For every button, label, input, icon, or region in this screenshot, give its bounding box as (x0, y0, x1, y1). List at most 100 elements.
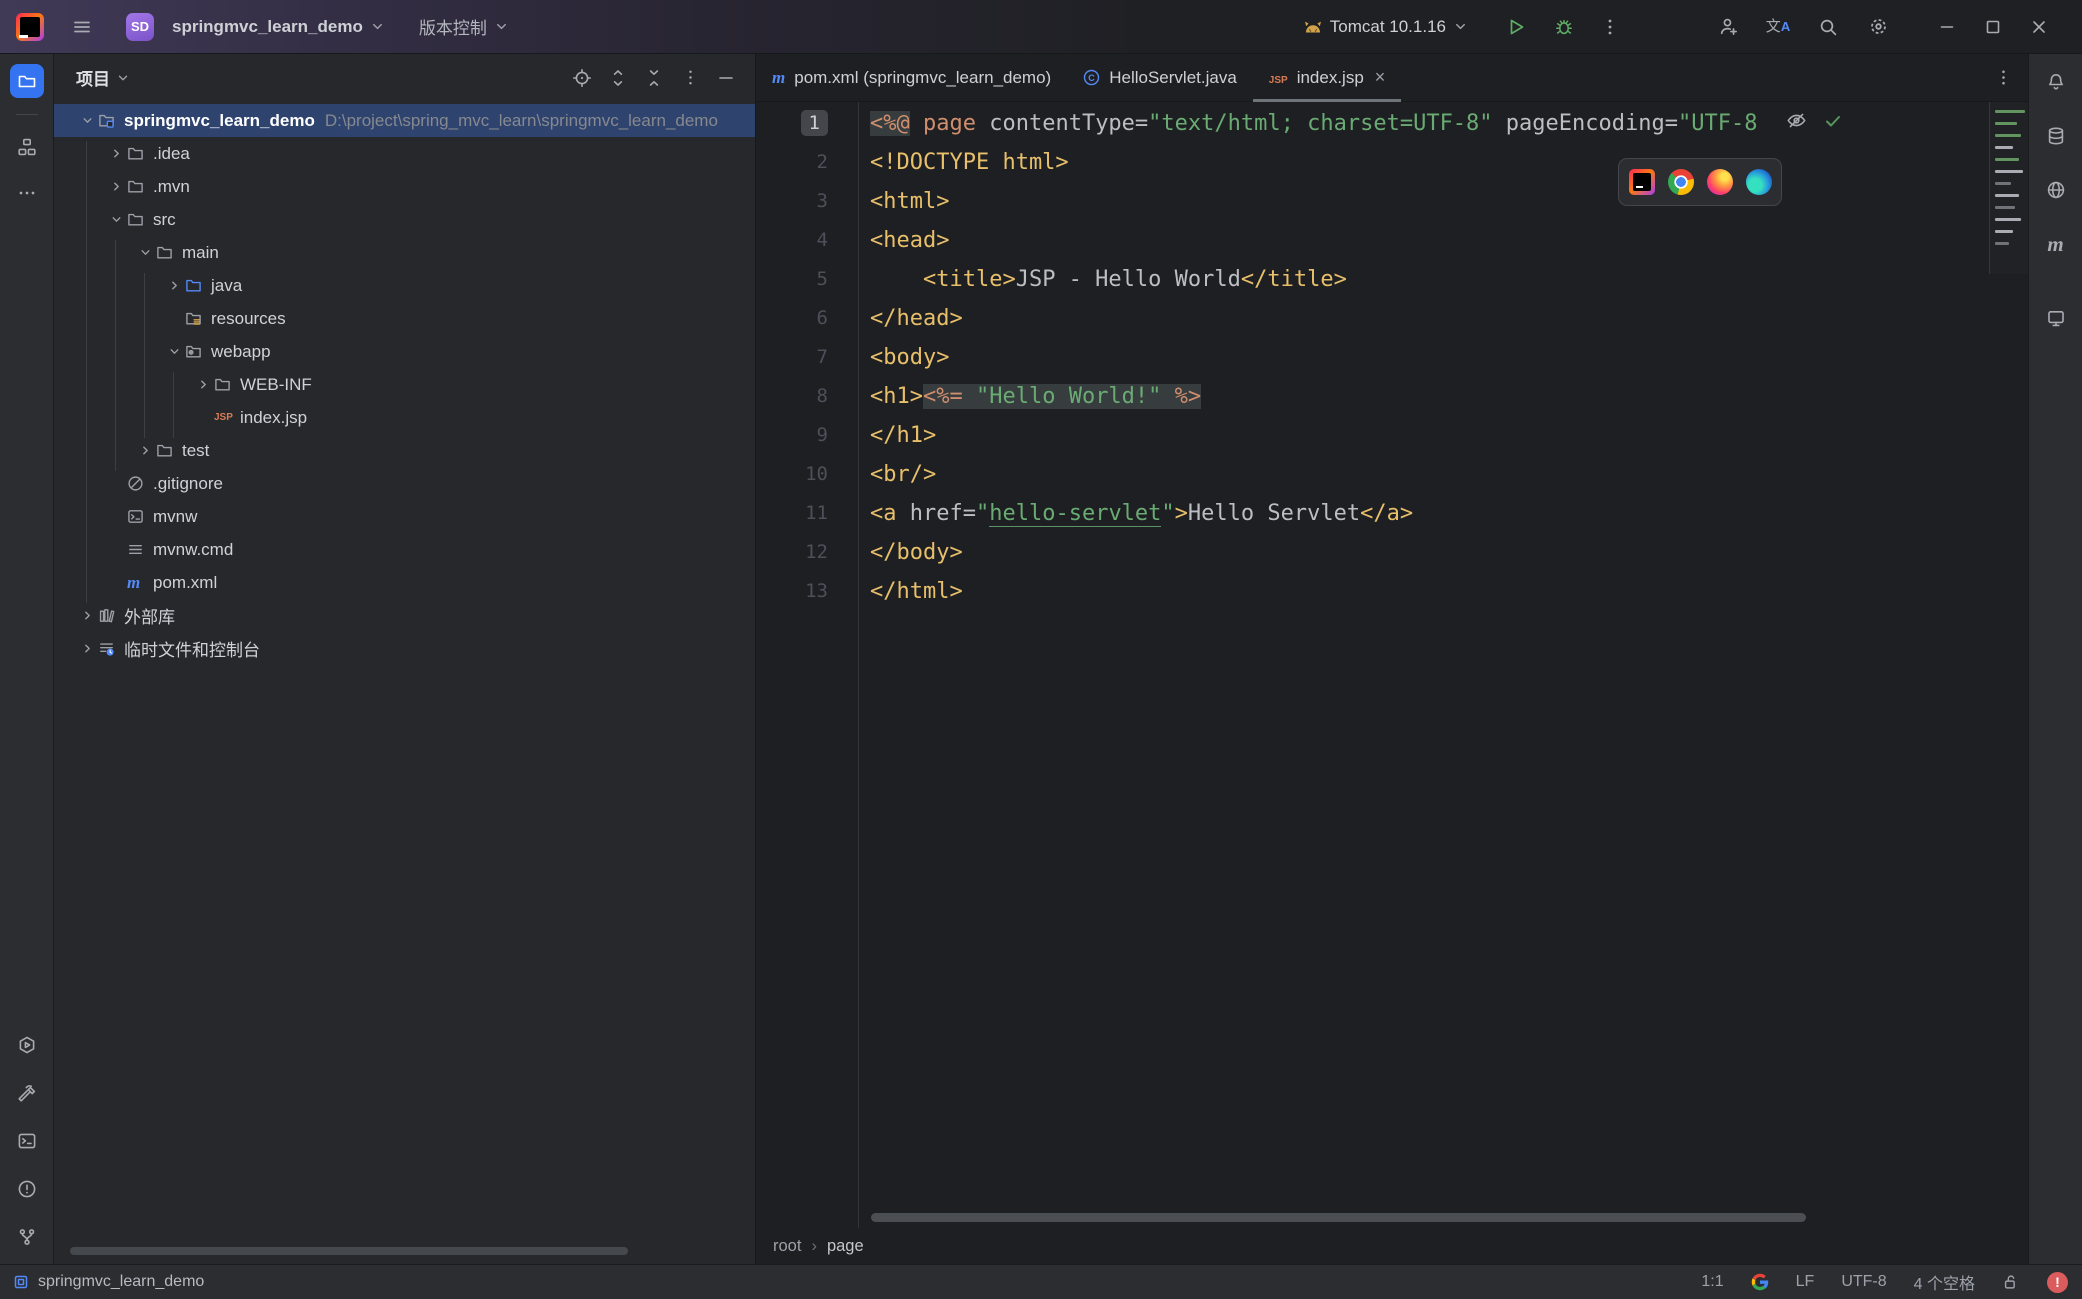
maximize-window-icon[interactable] (1970, 11, 2016, 43)
git-icon[interactable] (11, 1221, 43, 1253)
chevron-expanded-icon[interactable] (163, 344, 185, 359)
chevron-collapsed-icon[interactable] (76, 608, 98, 623)
edge-icon[interactable] (1746, 169, 1772, 195)
tree-row[interactable]: JSPindex.jsp (54, 401, 755, 434)
locate-icon[interactable] (567, 63, 597, 93)
run-config-selector[interactable]: Tomcat 10.1.16 (1293, 11, 1478, 43)
code-with-me-icon[interactable] (1712, 11, 1744, 43)
chevron-collapsed-icon[interactable] (192, 377, 214, 392)
tree-row[interactable]: java (54, 269, 755, 302)
terminal-icon[interactable] (11, 1125, 43, 1157)
breadcrumb-item[interactable]: page (827, 1237, 864, 1256)
services-icon[interactable] (11, 1029, 43, 1061)
project-horizontal-scrollbar[interactable] (70, 1247, 628, 1255)
tree-row[interactable]: mvnw (54, 500, 755, 533)
maven-tool-icon[interactable]: m (2040, 228, 2072, 260)
code-line[interactable]: 11<a href="hello-servlet">Hello Servlet<… (756, 494, 2029, 533)
code-line[interactable]: 8<h1><%= "Hello World!" %> (756, 377, 2029, 416)
web-icon[interactable] (2040, 174, 2072, 206)
chrome-icon[interactable] (1668, 169, 1694, 195)
line-number[interactable]: 4 (756, 221, 858, 260)
tab-options-icon[interactable] (1987, 62, 2019, 94)
line-number[interactable]: 9 (756, 416, 858, 455)
breadcrumb-item[interactable]: root (773, 1237, 801, 1256)
line-number[interactable]: 8 (756, 377, 858, 416)
project-panel-title-dropdown[interactable]: 项目 (76, 65, 130, 90)
builtin-preview-icon[interactable] (1629, 169, 1655, 195)
tree-row[interactable]: src (54, 203, 755, 236)
google-icon[interactable] (1751, 1273, 1769, 1291)
tree-row[interactable]: mvnw.cmd (54, 533, 755, 566)
device-icon[interactable] (2040, 302, 2072, 334)
tree-row[interactable]: test (54, 434, 755, 467)
firefox-icon[interactable] (1707, 169, 1733, 195)
build-icon[interactable] (11, 1077, 43, 1109)
lock-icon[interactable] (2002, 1273, 2020, 1291)
line-separator[interactable]: LF (1796, 1273, 1815, 1291)
more-h-icon[interactable] (11, 177, 43, 209)
no-problems-check-icon[interactable] (1823, 111, 1843, 131)
minimap[interactable] (1989, 102, 2029, 274)
project-tree[interactable]: springmvc_learn_demoD:\project\spring_mv… (54, 104, 755, 1241)
code-line[interactable]: 12</body> (756, 533, 2029, 572)
close-window-icon[interactable] (2016, 11, 2062, 43)
line-number[interactable]: 11 (756, 494, 858, 533)
translate-icon[interactable]: 文A (1762, 11, 1794, 43)
code-editor[interactable]: 1<%@ page contentType="text/html; charse… (756, 102, 2029, 1228)
tree-row[interactable]: webapp (54, 335, 755, 368)
vcs-widget[interactable]: 版本控制 (409, 8, 519, 45)
code-line[interactable]: 2<!DOCTYPE html> (756, 143, 2029, 182)
chevron-expanded-icon[interactable] (76, 113, 98, 128)
chevron-collapsed-icon[interactable] (163, 278, 185, 293)
code-line[interactable]: 7<body> (756, 338, 2029, 377)
caret-position[interactable]: 1:1 (1701, 1273, 1723, 1291)
line-number[interactable]: 10 (756, 455, 858, 494)
notifications-error-badge[interactable]: ! (2047, 1272, 2068, 1293)
code-line[interactable]: 10<br/> (756, 455, 2029, 494)
line-number[interactable]: 1 (756, 104, 858, 143)
chevron-collapsed-icon[interactable] (105, 179, 127, 194)
settings-gear-icon[interactable] (1862, 11, 1894, 43)
problems-icon[interactable] (11, 1173, 43, 1205)
indent-setting[interactable]: 4 个空格 (1914, 1270, 1975, 1294)
search-icon[interactable] (1812, 11, 1844, 43)
line-number[interactable]: 12 (756, 533, 858, 572)
code-line[interactable]: 3<html> (756, 182, 2029, 221)
code-line[interactable]: 5 <title>JSP - Hello World</title> (756, 260, 2029, 299)
project-folder-icon[interactable] (10, 64, 44, 98)
hamburger-menu-icon[interactable] (66, 11, 98, 43)
chevron-expanded-icon[interactable] (134, 245, 156, 260)
tree-row[interactable]: mpom.xml (54, 566, 755, 599)
tree-row[interactable]: WEB-INF (54, 368, 755, 401)
editor-horizontal-scrollbar[interactable] (871, 1213, 1806, 1222)
structure-icon[interactable] (11, 131, 43, 163)
chevron-collapsed-icon[interactable] (105, 146, 127, 161)
code-line[interactable]: 4<head> (756, 221, 2029, 260)
editor-tab[interactable]: CHelloServlet.java (1067, 54, 1253, 101)
tree-row[interactable]: 外部库 (54, 599, 755, 632)
editor-tab[interactable]: mpom.xml (springmvc_learn_demo) (756, 54, 1067, 101)
idea-logo-icon[interactable] (16, 13, 44, 41)
highlighting-off-icon[interactable] (1786, 110, 1807, 131)
collapse-all-icon[interactable] (639, 63, 669, 93)
tree-row[interactable]: resources (54, 302, 755, 335)
chevron-collapsed-icon[interactable] (76, 641, 98, 656)
minimize-window-icon[interactable] (1924, 11, 1970, 43)
code-line[interactable]: 6</head> (756, 299, 2029, 338)
tree-row[interactable]: .gitignore (54, 467, 755, 500)
run-icon[interactable] (1500, 11, 1532, 43)
file-encoding[interactable]: UTF-8 (1841, 1273, 1886, 1291)
line-number[interactable]: 6 (756, 299, 858, 338)
code-line[interactable]: 13</html> (756, 572, 2029, 611)
line-number[interactable]: 5 (756, 260, 858, 299)
tree-row[interactable]: main (54, 236, 755, 269)
project-avatar[interactable]: SD (126, 13, 154, 41)
database-icon[interactable] (2040, 120, 2072, 152)
editor-tab[interactable]: JSPindex.jsp× (1253, 54, 1402, 101)
chevron-expanded-icon[interactable] (105, 212, 127, 227)
line-number[interactable]: 2 (756, 143, 858, 182)
chevron-collapsed-icon[interactable] (134, 443, 156, 458)
code-line[interactable]: 9</h1> (756, 416, 2029, 455)
close-tab-icon[interactable]: × (1375, 67, 1386, 88)
notifications-icon[interactable] (2040, 66, 2072, 98)
